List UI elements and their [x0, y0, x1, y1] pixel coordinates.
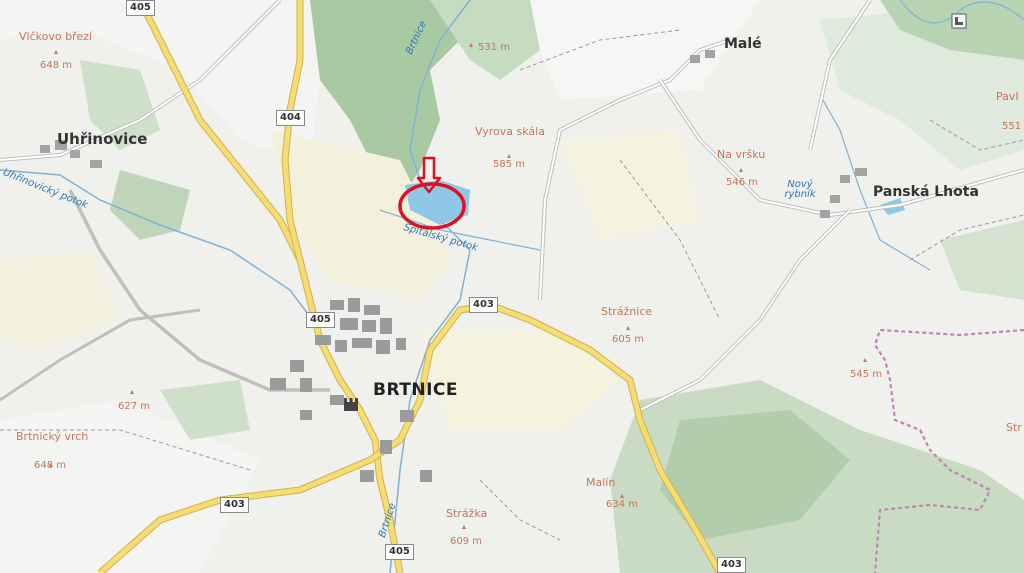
viewpoint-icon — [951, 13, 967, 29]
elevation-label: 551 — [1002, 121, 1022, 132]
place-label-uhrinovice: Uhřinovice — [57, 130, 148, 148]
peak-label-str: Str — [1006, 421, 1022, 434]
road-shield-405: 405 — [385, 544, 414, 560]
peak-label-vlckovo-brezi: Vlčkovo březí — [19, 30, 92, 43]
road-shield-403: 403 — [469, 297, 498, 313]
peak-label-vyrova-skala: Vyrova skála — [475, 125, 545, 138]
road-shield-403: 403 — [220, 497, 249, 513]
elevation-label: 609 m — [450, 536, 483, 547]
road-shield-405: 405 — [306, 312, 335, 328]
peak-label-na-vrsku: Na vršku — [717, 148, 766, 161]
elevation-label: 648 m — [34, 460, 67, 471]
peak-label-strazka: Strážka — [446, 507, 488, 520]
peak-label-straznice: Strážnice — [601, 305, 653, 318]
peak-label-pavl: Pavl — [996, 90, 1019, 103]
place-label-male: Malé — [724, 36, 762, 52]
map-view[interactable]: BRTNICE Uhřinovice Panská Lhota Malé Vlč… — [0, 0, 1024, 573]
elevation-label: 648 m — [40, 60, 73, 71]
road-shield-404: 404 — [276, 110, 305, 126]
castle-icon — [344, 398, 358, 411]
water-label-novy-rybnik: Nový rybník — [784, 179, 816, 200]
map-canvas[interactable] — [0, 0, 1024, 573]
elevation-label: 634 m — [606, 499, 639, 510]
peak-label-malin: Malín — [586, 476, 616, 489]
road-shield-403: 403 — [717, 557, 746, 573]
elevation-label: 585 m — [493, 159, 526, 170]
elevation-label: 627 m — [118, 401, 151, 412]
elevation-label: 531 m — [478, 42, 511, 53]
place-label-panska-lhota: Panská Lhota — [873, 184, 979, 200]
elevation-label: 605 m — [612, 334, 645, 345]
elevation-label: 545 m — [850, 369, 883, 380]
peak-label-brtnicky-vrch: Brtnický vrch — [16, 430, 89, 443]
place-label-brtnice: BRTNICE — [373, 380, 459, 400]
elevation-label: 546 m — [726, 177, 759, 188]
road-shield-405: 405 — [126, 0, 155, 16]
